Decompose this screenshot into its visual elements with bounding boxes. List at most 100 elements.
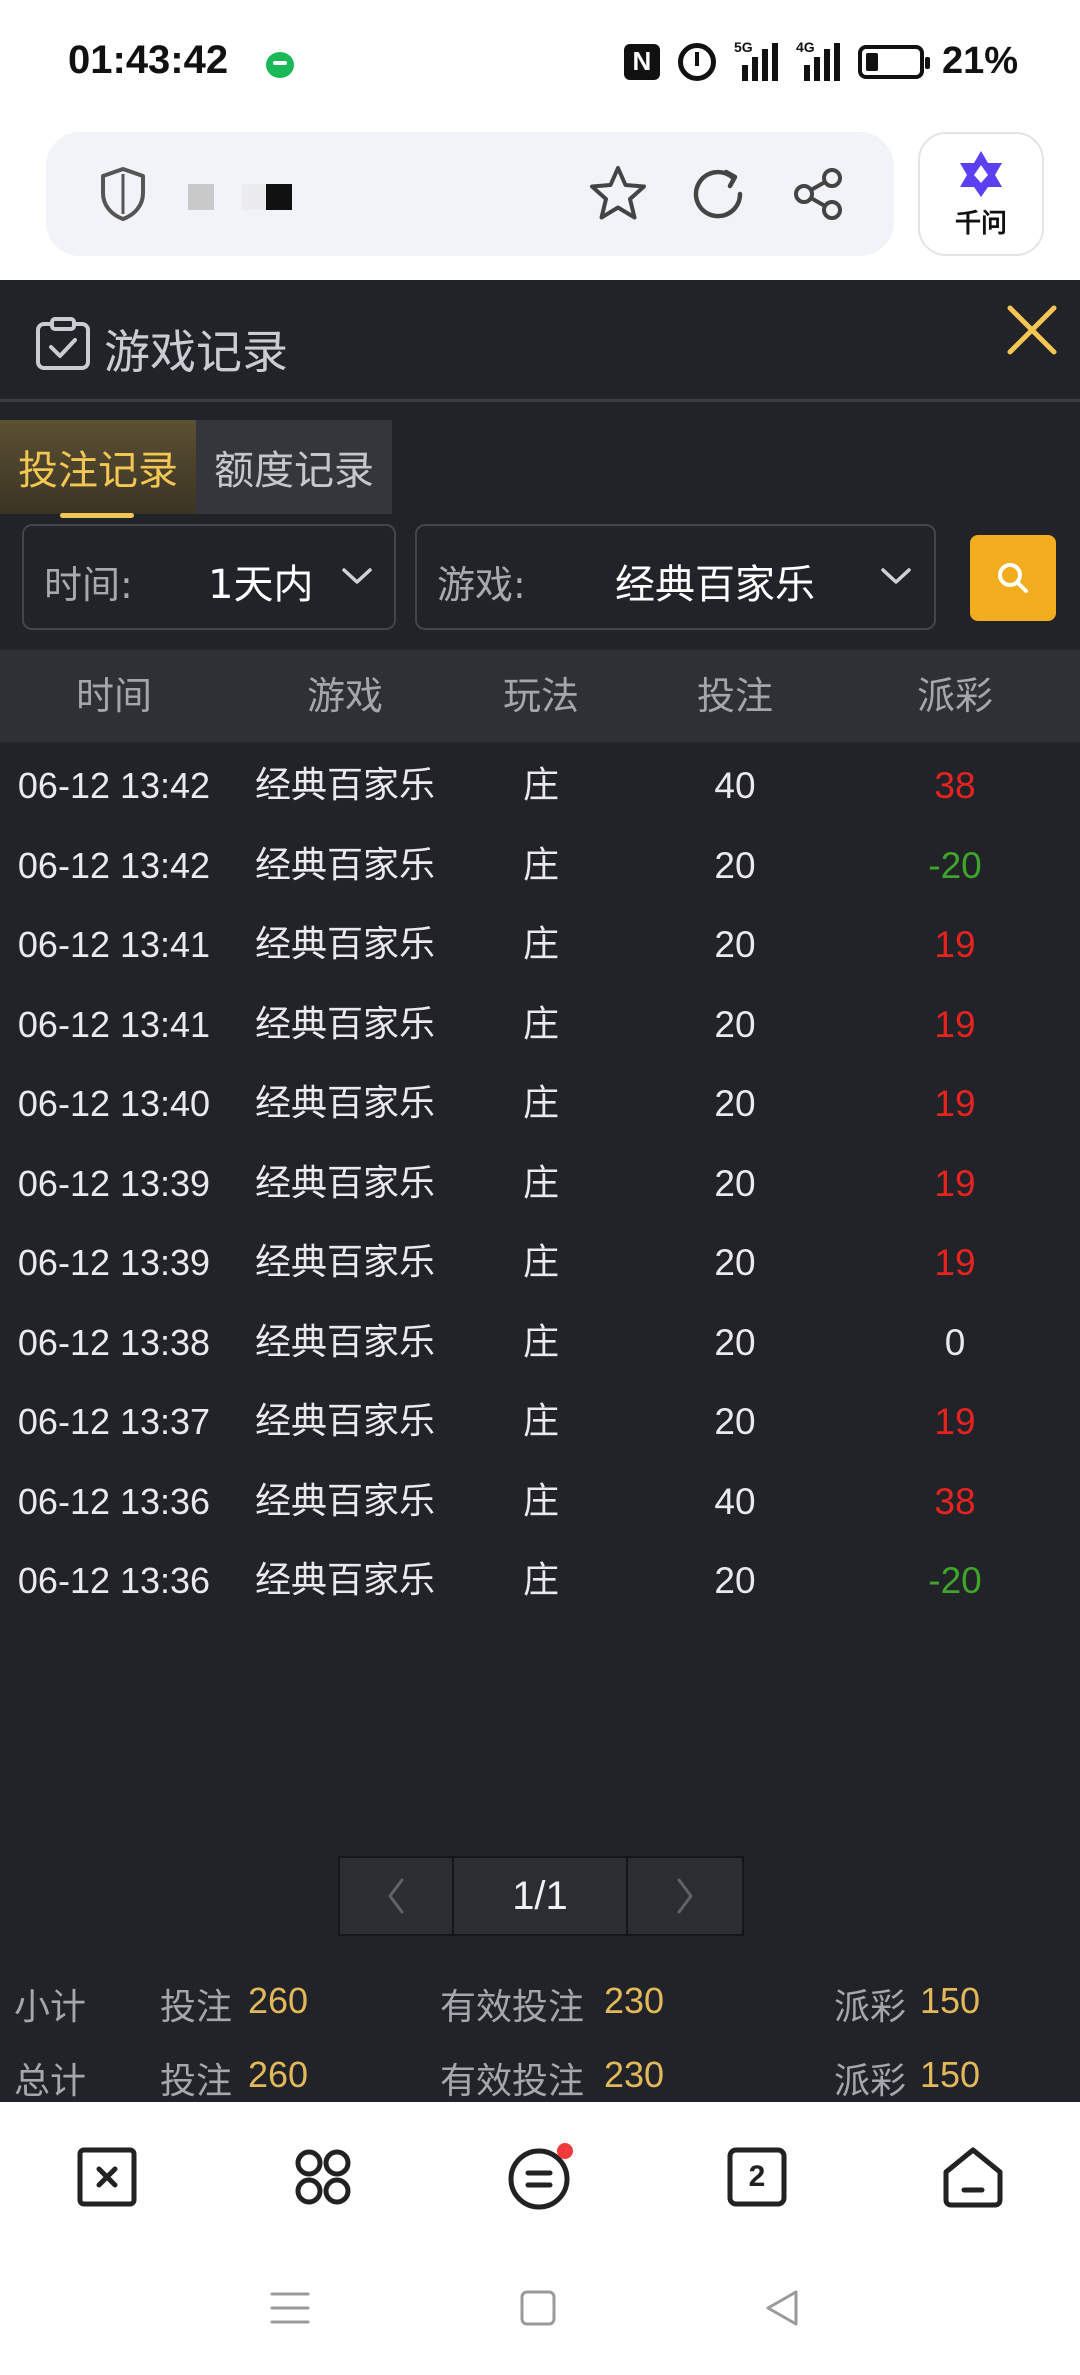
cell-game: 经典百家乐 (254, 844, 435, 886)
chevron-down-icon (342, 568, 372, 584)
signal-5g-icon: 5G (734, 39, 778, 81)
subtotal-bet-value: 260 (248, 1980, 309, 2021)
time-filter-select[interactable]: 时间: 1天内 (22, 524, 396, 630)
cell-time: 06-12 13:41 (17, 1003, 211, 1045)
cell-time: 06-12 13:38 (17, 1321, 211, 1363)
cell-time: 06-12 13:42 (17, 844, 211, 886)
cell-payout: 19 (934, 924, 976, 965)
time-filter-label: 时间: (44, 563, 133, 607)
search-icon (998, 563, 1028, 593)
cell-payout: 19 (934, 1401, 976, 1442)
url-text-mask (266, 184, 292, 210)
close-tab-icon[interactable] (72, 2142, 142, 2212)
cell-game: 经典百家乐 (254, 1003, 435, 1045)
cell-time: 06-12 13:36 (17, 1560, 211, 1601)
total-bet-value: 260 (248, 2054, 309, 2095)
cell-payout: 0 (944, 1321, 966, 1363)
cell-time: 06-12 13:40 (17, 1083, 211, 1124)
cell-play: 庄 (522, 765, 559, 806)
panel-header: 游戏记录 (0, 280, 1080, 402)
game-record-panel: 游戏记录 投注记录 额度记录 时间: 1天内 游戏: 经典百家乐 时间 游戏 玩… (0, 280, 1080, 2102)
cell-play: 庄 (522, 1321, 559, 1363)
message-notification-icon (266, 52, 294, 78)
star-icon[interactable] (586, 162, 650, 226)
apps-icon[interactable] (288, 2142, 358, 2212)
cell-game: 经典百家乐 (254, 1242, 435, 1283)
status-bar: 01:43:42 N 5G 4G 21% (0, 0, 1080, 130)
table-row: 06-12 13:41 经典百家乐 庄 20 19 (0, 985, 1080, 1064)
cell-bet: 20 (714, 1401, 756, 1442)
column-header-time: 时间 (75, 674, 152, 718)
cell-bet: 20 (714, 1083, 756, 1124)
cell-payout: -20 (928, 844, 982, 886)
table-row: 06-12 13:36 经典百家乐 庄 20 -20 (0, 1541, 1080, 1620)
status-time: 01:43:42 (68, 38, 229, 82)
cell-game: 经典百家乐 (254, 765, 435, 806)
cell-play: 庄 (522, 1162, 559, 1204)
cell-game: 经典百家乐 (254, 1083, 435, 1124)
cell-payout: 19 (934, 1083, 976, 1124)
browser-bottom-nav: 2 (0, 2102, 1080, 2375)
status-icons: N 5G 4G 21% (623, 39, 1018, 83)
subtotal-label: 小计 (14, 1987, 87, 2028)
cell-play: 庄 (522, 1003, 559, 1045)
total-payout-label: 派彩 (834, 2061, 907, 2102)
column-header-game: 游戏 (306, 674, 383, 718)
game-filter-label: 游戏: (437, 563, 526, 607)
home-icon[interactable] (938, 2142, 1008, 2212)
cell-time: 06-12 13:36 (17, 1480, 211, 1522)
cell-payout: 19 (934, 1003, 976, 1045)
back-icon[interactable] (760, 2286, 804, 2330)
table-row: 06-12 13:42 经典百家乐 庄 20 -20 (0, 826, 1080, 905)
cell-bet: 20 (714, 1162, 756, 1204)
game-filter-value: 经典百家乐 (615, 562, 815, 608)
total-payout-value: 150 (920, 2054, 981, 2095)
qianwen-assistant-button[interactable]: 千问 (918, 132, 1044, 256)
cell-play: 庄 (522, 1242, 559, 1283)
address-bar[interactable] (46, 132, 894, 256)
shield-icon[interactable] (98, 166, 148, 222)
share-icon[interactable] (786, 162, 850, 226)
qianwen-label: 千问 (954, 208, 1007, 239)
cell-play: 庄 (522, 1401, 559, 1442)
next-page-button[interactable] (626, 1856, 744, 1936)
subtotal-valid-label: 有效投注 (440, 1987, 585, 2028)
table-row: 06-12 13:40 经典百家乐 庄 20 19 (0, 1064, 1080, 1143)
prev-page-button[interactable] (338, 1856, 454, 1936)
time-filter-value: 1天内 (208, 562, 314, 608)
cell-time: 06-12 13:39 (17, 1242, 211, 1283)
search-button[interactable] (970, 535, 1056, 621)
cell-play: 庄 (522, 1560, 559, 1601)
table-row: 06-12 13:41 经典百家乐 庄 20 19 (0, 905, 1080, 984)
game-filter-select[interactable]: 游戏: 经典百家乐 (415, 524, 936, 630)
column-header-bet: 投注 (696, 674, 773, 718)
cell-time: 06-12 13:41 (17, 924, 211, 965)
refresh-icon[interactable] (686, 162, 750, 226)
cell-game: 经典百家乐 (254, 1162, 435, 1204)
total-bet-label: 投注 (160, 2061, 233, 2102)
table-row: 06-12 13:42 经典百家乐 庄 40 38 (0, 746, 1080, 825)
cell-game: 经典百家乐 (254, 1321, 435, 1363)
recents-icon[interactable] (268, 2286, 312, 2330)
cell-bet: 20 (714, 1560, 756, 1601)
subtotal-payout-label: 派彩 (834, 1987, 907, 2028)
cell-game: 经典百家乐 (254, 1401, 435, 1442)
column-header-payout: 派彩 (916, 674, 993, 718)
cell-bet: 40 (714, 765, 756, 806)
table-row: 06-12 13:36 经典百家乐 庄 40 38 (0, 1462, 1080, 1541)
cell-play: 庄 (522, 844, 559, 886)
cell-bet: 20 (714, 924, 756, 965)
cell-bet: 40 (714, 1480, 756, 1522)
tab-credit-records[interactable]: 额度记录 (196, 420, 392, 514)
close-icon[interactable] (1002, 300, 1062, 360)
total-valid-value: 230 (604, 2054, 665, 2095)
column-header-play: 玩法 (502, 674, 579, 718)
table-row: 06-12 13:39 经典百家乐 庄 20 19 (0, 1144, 1080, 1223)
home-system-icon[interactable] (516, 2286, 560, 2330)
tab-bet-records[interactable]: 投注记录 (0, 420, 196, 518)
menu-icon[interactable] (504, 2142, 574, 2212)
page-indicator: 1/1 (452, 1856, 628, 1936)
nfc-icon: N (623, 43, 660, 80)
chevron-right-icon (677, 1878, 693, 1914)
panel-title: 游戏记录 (104, 325, 288, 379)
